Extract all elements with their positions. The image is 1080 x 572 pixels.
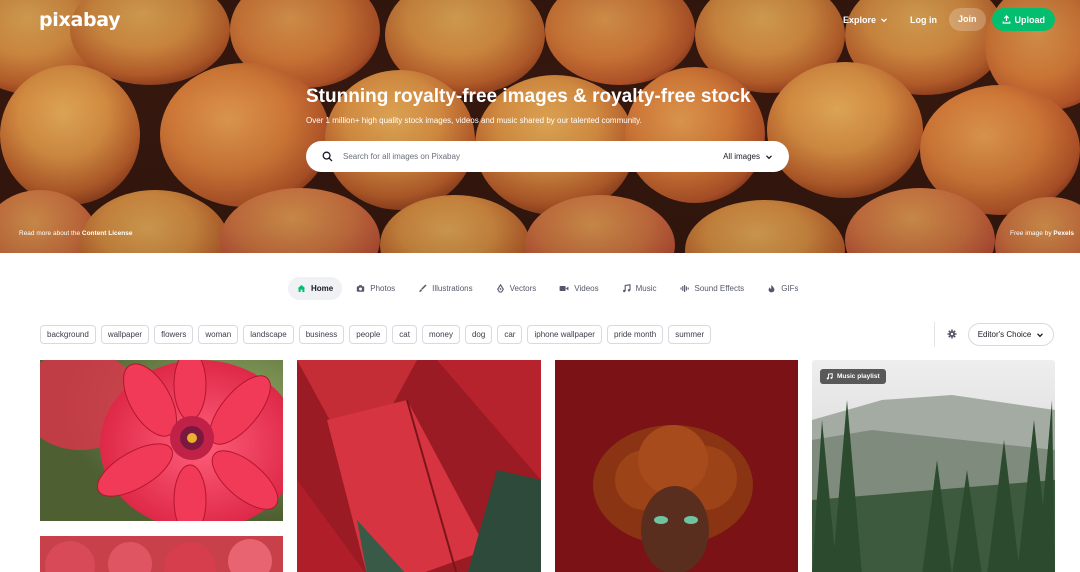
tag-chip[interactable]: dog xyxy=(464,325,493,344)
tab-vectors[interactable]: Vectors xyxy=(487,277,546,300)
music-playlist-badge: Music playlist xyxy=(820,369,886,384)
content-license-link[interactable]: Content License xyxy=(82,230,133,237)
search-filter-label: All images xyxy=(723,152,760,161)
tag-chip[interactable]: money xyxy=(421,325,460,344)
tag-chip[interactable]: summer xyxy=(668,325,712,344)
category-tabs: Home Photos Illustrations Vectors Videos… xyxy=(288,277,813,300)
tab-label: Illustrations xyxy=(432,284,473,293)
login-link[interactable]: Log in xyxy=(910,15,937,25)
search-input[interactable] xyxy=(343,152,724,161)
hero-banner: pixabay Explore Log in Join Upload Stunn… xyxy=(0,0,1080,253)
sort-dropdown[interactable]: Editor's Choice xyxy=(968,323,1054,346)
tag-chip[interactable]: car xyxy=(497,325,523,344)
flame-icon xyxy=(768,284,775,293)
sort-label: Editor's Choice xyxy=(977,330,1032,339)
tag-chip[interactable]: flowers xyxy=(154,325,194,344)
upload-icon xyxy=(1002,15,1010,24)
chevron-down-icon xyxy=(1037,332,1044,337)
tab-label: Photos xyxy=(370,284,396,293)
tag-chip[interactable]: cat xyxy=(392,325,417,344)
tab-videos[interactable]: Videos xyxy=(550,277,607,300)
credit-author-link[interactable]: Pexels xyxy=(1053,230,1074,237)
upload-label: Upload xyxy=(1014,14,1046,25)
tag-chip[interactable]: background xyxy=(40,325,96,344)
tab-sound-effects[interactable]: Sound Effects xyxy=(671,277,754,300)
image-card-red-dahlia[interactable] xyxy=(40,360,283,521)
red-dahlia-image xyxy=(40,360,283,521)
gear-icon xyxy=(947,329,957,339)
top-navigation: Explore Log in Join Upload xyxy=(843,8,1055,31)
tab-label: GIFs xyxy=(781,284,799,293)
raspberries-image xyxy=(40,536,283,572)
explore-label: Explore xyxy=(842,14,876,25)
brush-icon xyxy=(419,284,427,292)
upload-button[interactable]: Upload xyxy=(991,8,1055,31)
tab-label: Music xyxy=(635,284,657,293)
portrait-woman-image xyxy=(555,360,798,572)
tag-chip[interactable]: woman xyxy=(198,325,239,344)
license-prefix: Read more about the xyxy=(19,230,82,237)
camera-icon xyxy=(357,285,365,292)
music-note-icon xyxy=(622,284,631,293)
hero-title: Stunning royalty-free images & royalty-f… xyxy=(306,86,751,107)
explore-menu[interactable]: Explore xyxy=(843,15,888,25)
tab-label: Home xyxy=(311,284,334,293)
tag-chip[interactable]: wallpaper xyxy=(100,325,150,344)
search-bar: All images xyxy=(306,141,789,172)
tab-music[interactable]: Music xyxy=(613,277,666,300)
image-card-forest-music[interactable]: Music playlist xyxy=(812,360,1055,572)
image-card-portrait-woman[interactable] xyxy=(555,360,798,572)
hero-overlay xyxy=(0,0,1080,253)
vector-pen-icon xyxy=(496,284,504,293)
tab-label: Vectors xyxy=(509,284,537,293)
pixabay-logo[interactable]: pixabay xyxy=(39,9,121,31)
chevron-down-icon xyxy=(766,154,772,159)
credit-prefix: Free image by xyxy=(1010,230,1054,237)
trending-tags: background wallpaper flowers woman lands… xyxy=(40,325,712,344)
misty-forest-image xyxy=(812,360,1055,572)
search-filter-dropdown[interactable]: All images xyxy=(723,152,773,161)
tab-photos[interactable]: Photos xyxy=(347,277,404,300)
settings-button[interactable] xyxy=(944,326,960,342)
tag-chip[interactable]: iphone wallpaper xyxy=(527,325,602,344)
content-license-note: Read more about the Content License xyxy=(19,230,132,237)
tag-chip[interactable]: landscape xyxy=(243,325,294,344)
image-card-raspberries[interactable] xyxy=(40,536,283,572)
tab-label: Sound Effects xyxy=(694,284,745,293)
join-button[interactable]: Join xyxy=(948,8,986,31)
tab-gifs[interactable]: GIFs xyxy=(758,277,807,300)
image-credit: Free image by Pexels xyxy=(1010,230,1074,237)
hero-subtitle: Over 1 million+ high quality stock image… xyxy=(306,116,642,125)
badge-label: Music playlist xyxy=(837,373,880,380)
image-card-red-leaves[interactable] xyxy=(297,360,541,572)
tab-label: Videos xyxy=(574,284,599,293)
tab-illustrations[interactable]: Illustrations xyxy=(409,277,481,300)
waveform-icon xyxy=(679,285,689,292)
tag-chip[interactable]: pride month xyxy=(606,325,664,344)
divider xyxy=(934,322,935,347)
tag-chip[interactable]: people xyxy=(349,325,388,344)
tab-home[interactable]: Home xyxy=(288,277,343,300)
home-icon xyxy=(297,285,306,292)
red-leaves-image xyxy=(297,360,541,572)
tag-chip[interactable]: business xyxy=(298,325,345,344)
music-note-icon xyxy=(826,373,833,380)
chevron-down-icon xyxy=(881,17,887,22)
search-icon[interactable] xyxy=(322,151,334,163)
video-camera-icon xyxy=(559,286,569,291)
